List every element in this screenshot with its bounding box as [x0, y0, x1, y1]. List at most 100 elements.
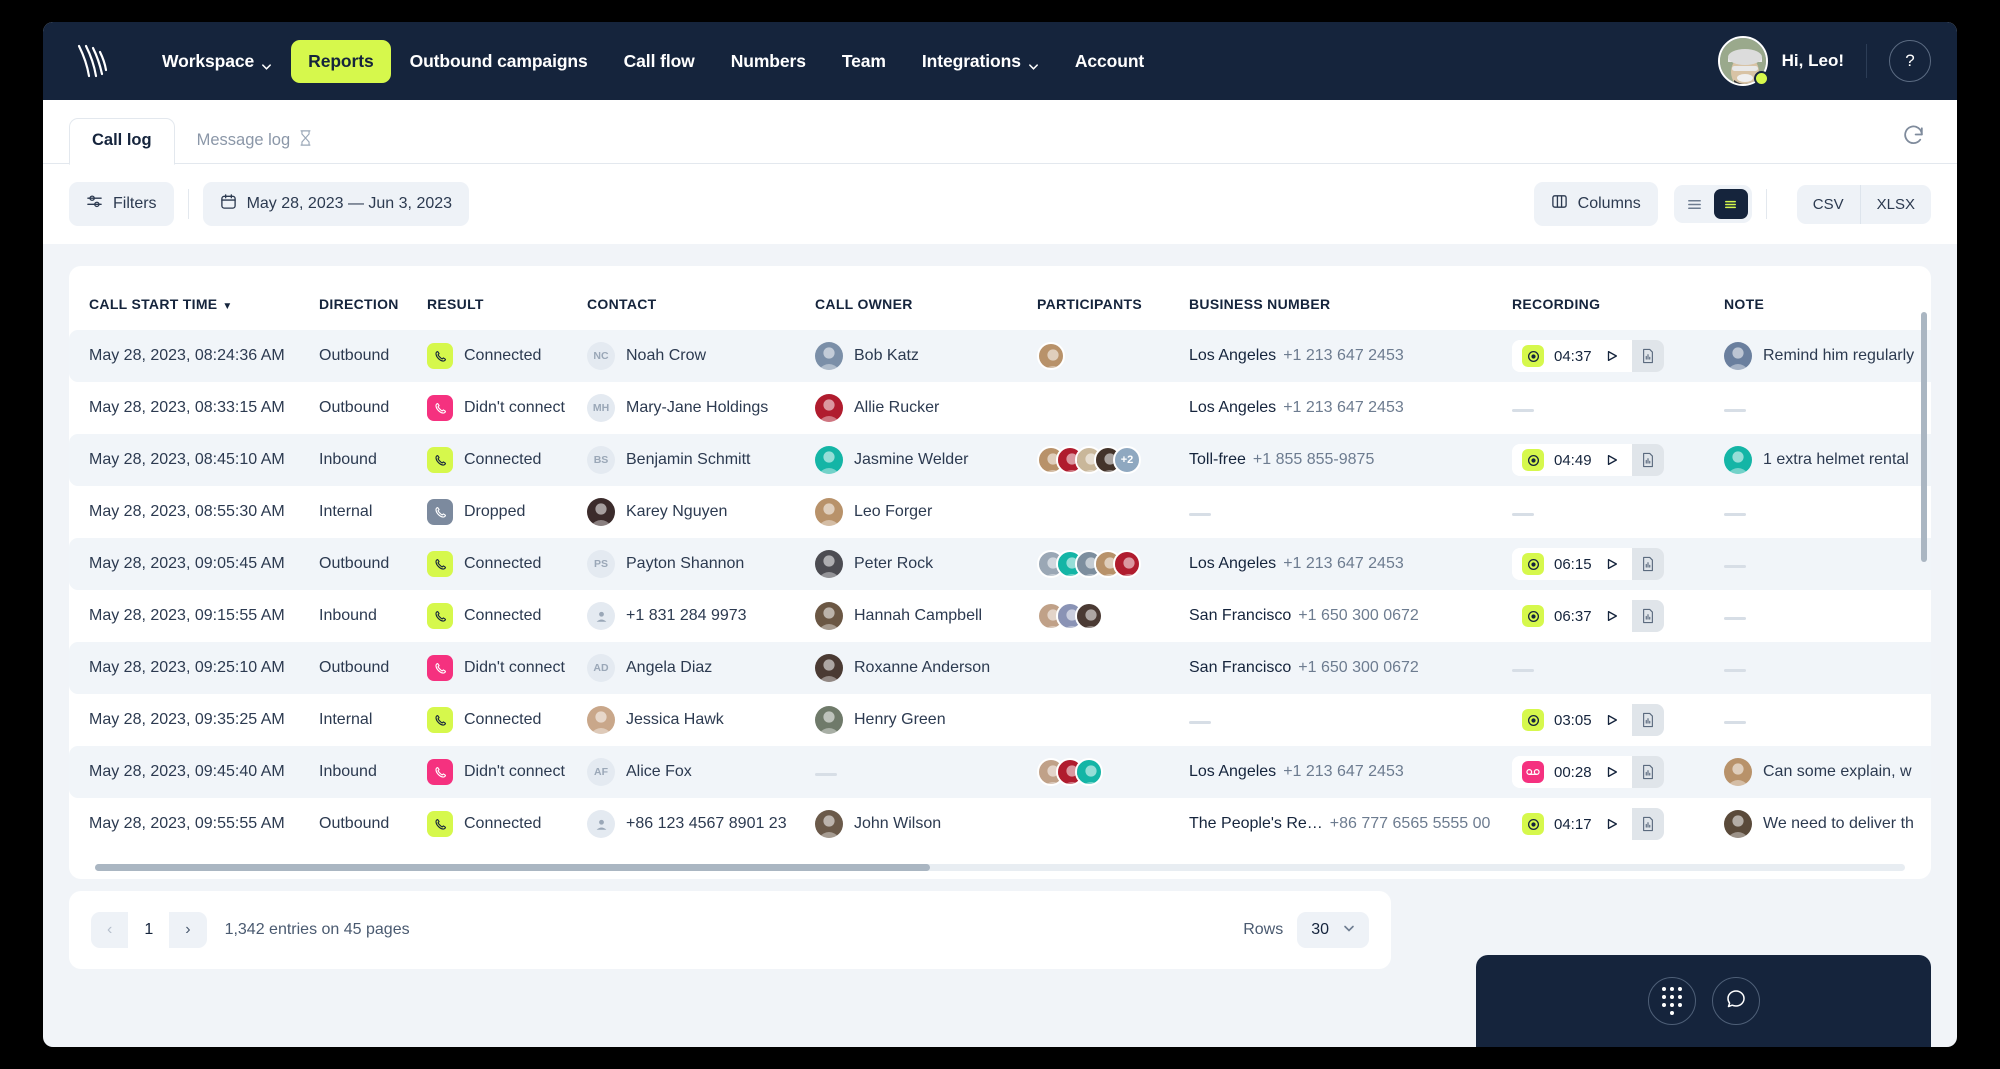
user-avatar[interactable]	[1718, 36, 1768, 86]
col-result[interactable]: RESULT	[427, 266, 587, 330]
table-row[interactable]: May 28, 2023, 08:33:15 AMOutboundDidn't …	[69, 382, 1931, 434]
participant-avatars[interactable]	[1037, 758, 1189, 786]
col-participants[interactable]: PARTICIPANTS	[1037, 266, 1189, 330]
vertical-scrollbar[interactable]	[1921, 312, 1927, 562]
nav-item-workspace[interactable]: Workspace	[145, 40, 289, 83]
keypad-icon	[1662, 987, 1682, 1015]
recording-player[interactable]: 06:15	[1512, 548, 1664, 580]
call-log-table-card: CALL START TIME▼ DIRECTION RESULT CONTAC…	[69, 266, 1931, 879]
help-button[interactable]: ?	[1889, 40, 1931, 82]
col-recording[interactable]: RECORDING	[1512, 266, 1724, 330]
recording-player[interactable]: 04:17	[1512, 808, 1664, 840]
col-direction[interactable]: DIRECTION	[319, 266, 427, 330]
col-note[interactable]: NOTE	[1724, 266, 1931, 330]
note-author-avatar	[1724, 810, 1752, 838]
message-button[interactable]	[1712, 977, 1760, 1025]
note-author-avatar	[1724, 758, 1752, 786]
col-contact[interactable]: CONTACT	[587, 266, 815, 330]
nav-item-reports[interactable]: Reports	[291, 40, 390, 83]
transcript-icon[interactable]	[1632, 340, 1664, 372]
cell-result: Connected	[427, 330, 587, 382]
compact-view-button[interactable]	[1714, 189, 1748, 219]
table-row[interactable]: May 28, 2023, 09:35:25 AMInternalConnect…	[69, 694, 1931, 746]
contact-avatar	[587, 706, 615, 734]
recording-player[interactable]: 06:37	[1512, 600, 1664, 632]
play-icon[interactable]	[1602, 609, 1622, 623]
transcript-icon[interactable]	[1632, 444, 1664, 476]
recording-player[interactable]: 00:28	[1512, 756, 1664, 788]
filters-button[interactable]: Filters	[69, 182, 174, 226]
note-cell[interactable]: We need to deliver th	[1724, 810, 1931, 838]
wave-logo-icon[interactable]	[69, 38, 115, 84]
nav-item-team[interactable]: Team	[825, 40, 903, 83]
participant-avatars[interactable]	[1037, 602, 1189, 630]
cell-contact: AFAlice Fox	[587, 746, 815, 798]
refresh-button[interactable]	[1901, 123, 1931, 153]
note-cell[interactable]: Remind him regularly	[1724, 342, 1931, 370]
export-csv-button[interactable]: CSV	[1797, 185, 1860, 224]
nav-item-numbers[interactable]: Numbers	[714, 40, 823, 83]
play-icon[interactable]	[1602, 817, 1622, 831]
transcript-icon[interactable]	[1632, 808, 1664, 840]
tab-message-log[interactable]: Message log	[175, 130, 335, 164]
nav-item-integrations[interactable]: Integrations	[905, 40, 1056, 83]
keypad-button[interactable]	[1648, 977, 1696, 1025]
table-footer: ‹ 1 › 1,342 entries on 45 pages Rows 30	[69, 891, 1391, 969]
contact-initials-avatar: NC	[587, 342, 615, 370]
participant-avatars[interactable]: +2	[1037, 446, 1189, 474]
play-icon[interactable]	[1602, 765, 1622, 779]
table-row[interactable]: May 28, 2023, 09:55:55 AMOutboundConnect…	[69, 798, 1931, 850]
play-icon[interactable]	[1602, 713, 1622, 727]
owner-avatar	[815, 706, 843, 734]
table-row[interactable]: May 28, 2023, 08:55:30 AMInternalDropped…	[69, 486, 1931, 538]
col-call-start-time[interactable]: CALL START TIME▼	[69, 266, 319, 330]
record-badge-icon	[1522, 605, 1544, 627]
contact-name: Mary-Jane Holdings	[626, 399, 768, 417]
cell-result: Didn't connect	[427, 382, 587, 434]
recording-player[interactable]: 04:49	[1512, 444, 1664, 476]
rows-dropdown[interactable]: 30	[1297, 912, 1369, 948]
list-view-button[interactable]	[1678, 189, 1712, 219]
transcript-icon[interactable]	[1632, 756, 1664, 788]
recording-player[interactable]: 03:05	[1512, 704, 1664, 736]
table-row[interactable]: May 28, 2023, 09:15:55 AMInboundConnecte…	[69, 590, 1931, 642]
transcript-icon[interactable]	[1632, 600, 1664, 632]
table-row[interactable]: May 28, 2023, 08:24:36 AMOutboundConnect…	[69, 330, 1931, 382]
table-row[interactable]: May 28, 2023, 08:45:10 AMInboundConnecte…	[69, 434, 1931, 486]
date-range-picker[interactable]: May 28, 2023 — Jun 3, 2023	[203, 182, 469, 226]
table-row[interactable]: May 28, 2023, 09:05:45 AMOutboundConnect…	[69, 538, 1931, 590]
table-scroll-area[interactable]: CALL START TIME▼ DIRECTION RESULT CONTAC…	[69, 266, 1931, 879]
col-business-number[interactable]: BUSINESS NUMBER	[1189, 266, 1512, 330]
nav-item-call-flow[interactable]: Call flow	[607, 40, 712, 83]
horizontal-scrollbar[interactable]	[95, 864, 930, 871]
note-cell[interactable]: Can some explain, w	[1724, 758, 1931, 786]
cell-business-number: Toll-free+1 855 855-9875	[1189, 434, 1512, 486]
play-icon[interactable]	[1602, 453, 1622, 467]
call-result-icon	[427, 811, 453, 837]
export-xlsx-button[interactable]: XLSX	[1860, 185, 1931, 224]
nav-item-outbound-campaigns[interactable]: Outbound campaigns	[393, 40, 605, 83]
play-icon[interactable]	[1602, 349, 1622, 363]
columns-button[interactable]: Columns	[1534, 182, 1658, 226]
table-row[interactable]: May 28, 2023, 09:45:40 AMInboundDidn't c…	[69, 746, 1931, 798]
note-author-avatar	[1724, 342, 1752, 370]
business-name: San Francisco+1 650 300 0672	[1189, 659, 1419, 676]
transcript-icon[interactable]	[1632, 704, 1664, 736]
prev-page-button[interactable]: ‹	[91, 912, 128, 948]
next-page-button[interactable]: ›	[169, 912, 206, 948]
contact-initials-avatar: AF	[587, 758, 615, 786]
calendar-icon	[220, 193, 237, 215]
col-call-owner[interactable]: CALL OWNER	[815, 266, 1037, 330]
note-cell[interactable]: 1 extra helmet rental	[1724, 446, 1931, 474]
current-page[interactable]: 1	[128, 912, 169, 948]
participant-avatars[interactable]	[1037, 550, 1189, 578]
recording-player[interactable]: 04:37	[1512, 340, 1664, 372]
table-row[interactable]: May 28, 2023, 09:25:10 AMOutboundDidn't …	[69, 642, 1931, 694]
nav-item-account[interactable]: Account	[1058, 40, 1161, 83]
transcript-icon[interactable]	[1632, 548, 1664, 580]
contact-initials-avatar: BS	[587, 446, 615, 474]
play-icon[interactable]	[1602, 557, 1622, 571]
participant-avatars[interactable]	[1037, 342, 1189, 370]
tab-call-log[interactable]: Call log	[69, 118, 175, 165]
business-name: The People's Re…+86 777 6565 5555 00	[1189, 815, 1490, 832]
